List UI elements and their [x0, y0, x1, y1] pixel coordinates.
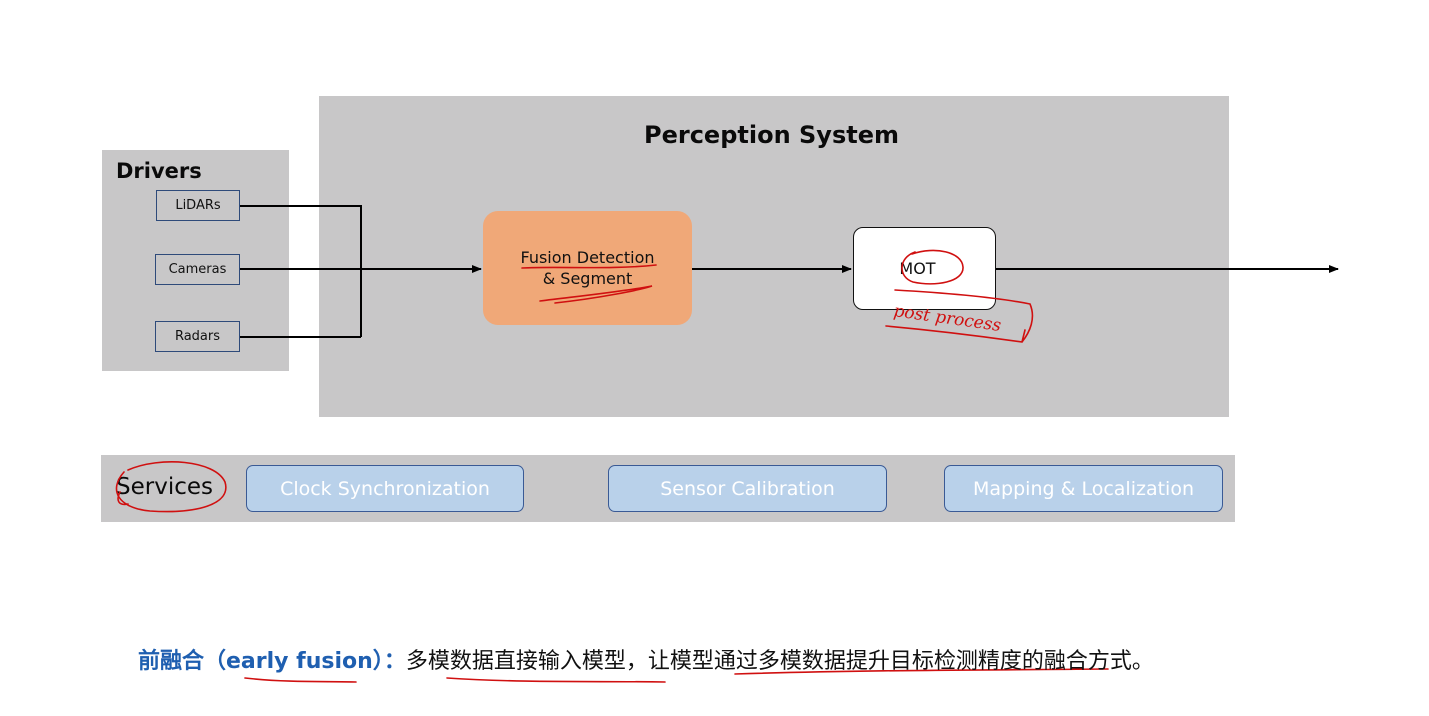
diagram-connectors: post process — [115, 205, 1339, 683]
mot-circle — [901, 249, 964, 285]
caption-underline-term — [244, 677, 357, 683]
fusion-underline-2 — [539, 285, 653, 304]
caption-term: 前融合（early fusion） — [138, 649, 384, 674]
caption-colon: ： — [383, 649, 406, 674]
caption-underline-1 — [446, 677, 666, 683]
caption: 前融合（early fusion）：多模数据直接输入模型，让模型通过多模数据提升… — [138, 643, 1154, 675]
fusion-underline-1 — [521, 264, 657, 269]
post-process-note: post process — [892, 301, 1002, 336]
lidars-connector — [240, 205, 362, 337]
services-circle — [115, 461, 227, 513]
caption-text: 多模数据直接输入模型，让模型通过多模数据提升目标检测精度的融合方式。 — [405, 649, 1154, 674]
